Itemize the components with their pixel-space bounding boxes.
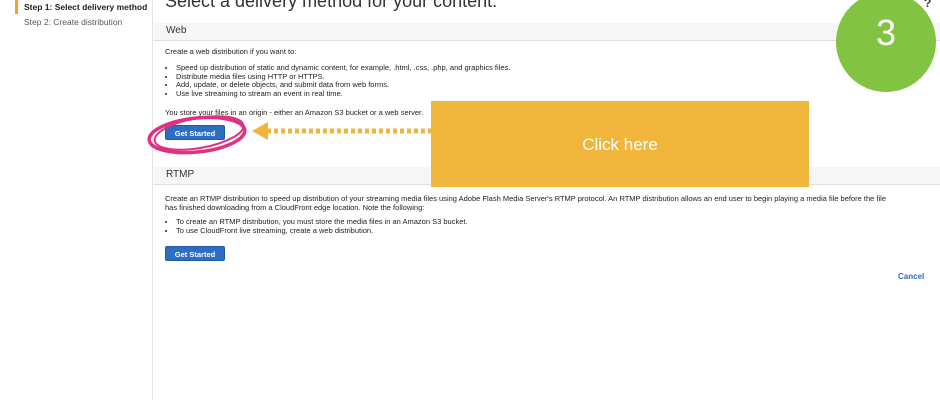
step-number: 3 — [875, 12, 897, 53]
page-title: Select a delivery method for your conten… — [165, 0, 498, 11]
list-item: Use live streaming to stream an event in… — [176, 89, 510, 99]
list-item: To use CloudFront live streaming, create… — [176, 226, 468, 236]
web-origin-note: You store your files in an origin - eith… — [165, 108, 424, 117]
pointer-arrow-icon — [252, 122, 432, 140]
web-get-started-button[interactable]: Get Started — [165, 125, 225, 140]
rtmp-intro-line-1: Create an RTMP distribution to speed up … — [165, 194, 886, 203]
click-here-callout: Click here — [431, 101, 809, 187]
web-feature-list: Speed up distribution of static and dyna… — [164, 63, 510, 99]
rtmp-note-list: To create an RTMP distribution, you must… — [164, 217, 468, 236]
active-step-indicator — [15, 0, 18, 14]
rtmp-intro-line-2: has finished downloading from a CloudFro… — [165, 203, 425, 212]
web-section-header: Web — [154, 23, 940, 41]
rtmp-section-title: RTMP — [166, 169, 195, 180]
cancel-link[interactable]: Cancel — [898, 272, 924, 281]
sidebar-step-1[interactable]: Step 1: Select delivery method — [24, 2, 147, 12]
step-number-badge: 3 — [836, 0, 936, 92]
web-section-title: Web — [166, 25, 187, 36]
sidebar: Step 1: Select delivery method Step 2: C… — [0, 0, 153, 400]
rtmp-get-started-button[interactable]: Get Started — [165, 246, 225, 261]
callout-text: Click here — [582, 135, 658, 154]
sidebar-step-2[interactable]: Step 2: Create distribution — [24, 17, 122, 27]
web-intro-text: Create a web distribution if you want to… — [165, 47, 297, 56]
help-icon[interactable]: ? — [924, 0, 931, 10]
